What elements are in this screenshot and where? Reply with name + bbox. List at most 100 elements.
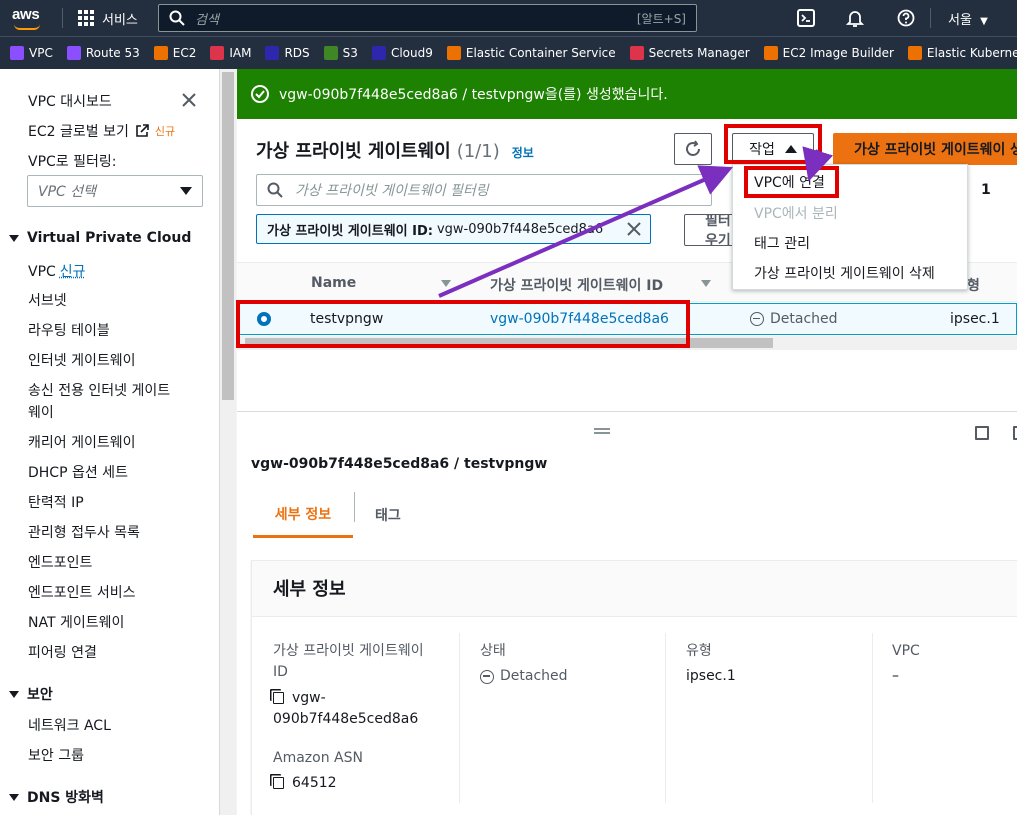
section-label: DNS 방화벽 [27,787,104,807]
sidebar-item[interactable]: VPC 신규 [28,261,86,281]
favorite-elastic-kubernetes[interactable]: Elastic Kubernetes [908,46,1017,60]
sidebar-item-label: 웨이 [28,405,54,421]
favorite-route-53[interactable]: Route 53 [67,46,140,60]
search-input[interactable]: 검색 [알트+S] [158,4,697,32]
sidebar-item[interactable]: DHCP 옵션 세트 [28,462,128,482]
favorite-cloud9[interactable]: Cloud9 [372,46,433,60]
field-label: 유형 [686,641,736,662]
section-dns-firewall[interactable]: DNS 방화벽 [9,787,104,807]
col-name[interactable]: Name [311,275,356,291]
section-label: 보안 [27,684,53,704]
search-icon [267,182,283,198]
favorite-vpc[interactable]: VPC [10,46,53,60]
sidebar-item-label: 서브넷 [28,293,67,309]
sidebar-scrollbar-thumb[interactable] [222,72,234,400]
menu-item-detach-vpc: VPC에서 분리 [754,203,838,223]
services-menu-button[interactable]: 서비스 [78,8,138,28]
aws-smile-icon [14,24,40,30]
sidebar-item-security-groups[interactable]: 보안 그룹 [28,745,84,765]
ec2-image-builder-service-icon [764,46,778,60]
col-id[interactable]: 가상 프라이빗 게이트웨이 ID [490,275,663,295]
section-security[interactable]: 보안 [9,684,53,704]
page-number[interactable]: 1 [981,182,991,198]
column-divider [459,633,460,803]
field-value: vgw- [292,690,326,706]
region-selector[interactable]: 서울 ▼ [948,9,988,28]
flash-message: vgw-090b7f448e5ced8a6 / testvpngw을(를) 생성… [279,84,668,104]
favorite-label: EC2 [173,46,197,60]
region-label: 서울 [948,13,972,28]
help-icon[interactable] [896,8,916,28]
filter-input[interactable]: 가상 프라이빗 게이트웨이 필터링 [256,174,712,206]
tab-divider [354,492,355,522]
close-icon[interactable] [626,221,642,237]
section-label: Virtual Private Cloud [27,230,191,246]
tab-tags[interactable]: 태그 [375,492,401,538]
favorites-bar: VPC Route 53 EC2 IAM RDS S3 Cloud9 Elastic Cont… [0,36,1017,69]
col-type-clipped[interactable]: 형 [967,275,980,295]
sidebar-item-vpc-dashboard[interactable]: VPC 대시보드 [28,91,112,111]
column-divider [872,633,873,803]
cloudshell-icon[interactable] [796,8,816,28]
sidebar-item[interactable]: 관리형 접두사 목록 [28,522,140,542]
elastic-kubernetes-service-icon [908,46,922,60]
cell-state: Detached [750,311,838,327]
sidebar-item[interactable]: 피어링 연결 [28,642,97,662]
favorite-rds[interactable]: RDS [265,46,309,60]
field-label: 상태 [480,641,568,662]
favorite-label: IAM [229,46,251,60]
services-label: 서비스 [102,9,138,28]
cloud9-service-icon [372,46,386,60]
sort-icon[interactable] [701,280,711,287]
aws-logo[interactable]: aws [12,6,46,30]
top-navigation: aws 서비스 검색 [알트+S] 서울 ▼ [0,0,1017,36]
filter-placeholder: 가상 프라이빗 게이트웨이 필터링 [295,180,489,200]
favorite-iam[interactable]: IAM [210,46,251,60]
detail-tabs: 세부 정보 태그 [253,492,1017,538]
sidebar-item[interactable]: 인터넷 게이트웨이 [28,350,136,370]
favorite-elastic-container-service[interactable]: Elastic Container Service [447,46,616,60]
copy-icon[interactable] [273,692,284,704]
sort-icon[interactable] [441,280,451,287]
sidebar-item-label: 인터넷 게이트웨이 [28,353,136,369]
refresh-button[interactable] [674,133,712,165]
sidebar-item[interactable]: 캐리어 게이트웨이 [28,432,136,452]
copy-icon[interactable] [273,777,284,789]
refresh-icon [684,140,702,158]
success-flash: vgw-090b7f448e5ced8a6 / testvpngw을(를) 생성… [237,69,1017,119]
col-name-label: Name [311,275,356,291]
sidebar-item-network-acl[interactable]: 네트워크 ACL [28,715,111,735]
info-link[interactable]: 정보 [512,144,534,161]
close-icon[interactable] [180,91,198,109]
bell-icon[interactable] [845,8,865,28]
panel-bottom-icon[interactable] [975,426,989,440]
sidebar-item-ec2-global[interactable]: EC2 글로벌 보기 신규 [28,121,175,141]
panel-side-icon[interactable] [1013,426,1017,440]
sidebar-item[interactable]: 엔드포인트 서비스 [28,582,136,602]
section-virtual-private-cloud[interactable]: Virtual Private Cloud [9,230,191,246]
sidebar-item-label: EC2 글로벌 보기 [28,121,129,141]
favorite-s3[interactable]: S3 [324,46,358,60]
column-divider [665,633,666,803]
sidebar-item[interactable]: 탄력적 IP [28,492,84,512]
favorite-ec2[interactable]: EC2 [154,46,197,60]
menu-item-delete-vgw[interactable]: 가상 프라이빗 게이트웨이 삭제 [754,263,935,283]
drag-handle-icon[interactable] [594,428,610,434]
sidebar-item[interactable]: 엔드포인트 [28,552,92,572]
vpc-filter-select[interactable]: VPC 선택 [27,175,203,207]
detail-title: vgw-090b7f448e5ced8a6 / testvpngw [251,456,547,472]
sidebar-item[interactable]: NAT 게이트웨이 [28,612,124,632]
favorite-secrets-manager[interactable]: Secrets Manager [630,46,750,60]
sidebar-item[interactable]: 라우팅 테이블 [28,320,110,340]
favorite-label: Elastic Kubernetes [927,46,1017,60]
sidebar-item[interactable]: 웨이 [28,402,54,422]
sidebar-item[interactable]: 송신 전용 인터넷 게이트 [28,380,170,400]
create-vgw-button[interactable]: 가상 프라이빗 게이트웨이 생성 [833,133,1017,165]
page-title: 가상 프라이빗 게이트웨이 (1/1) 정보 [256,137,534,163]
menu-item-manage-tags[interactable]: 태그 관리 [754,233,810,253]
sidebar-item[interactable]: 서브넷 [28,290,67,310]
favorite-ec2-image-builder[interactable]: EC2 Image Builder [764,46,894,60]
col-id-label: 가상 프라이빗 게이트웨이 ID [490,278,663,294]
tab-details[interactable]: 세부 정보 [253,492,353,538]
field-asn: Amazon ASN 64512 [273,748,363,794]
